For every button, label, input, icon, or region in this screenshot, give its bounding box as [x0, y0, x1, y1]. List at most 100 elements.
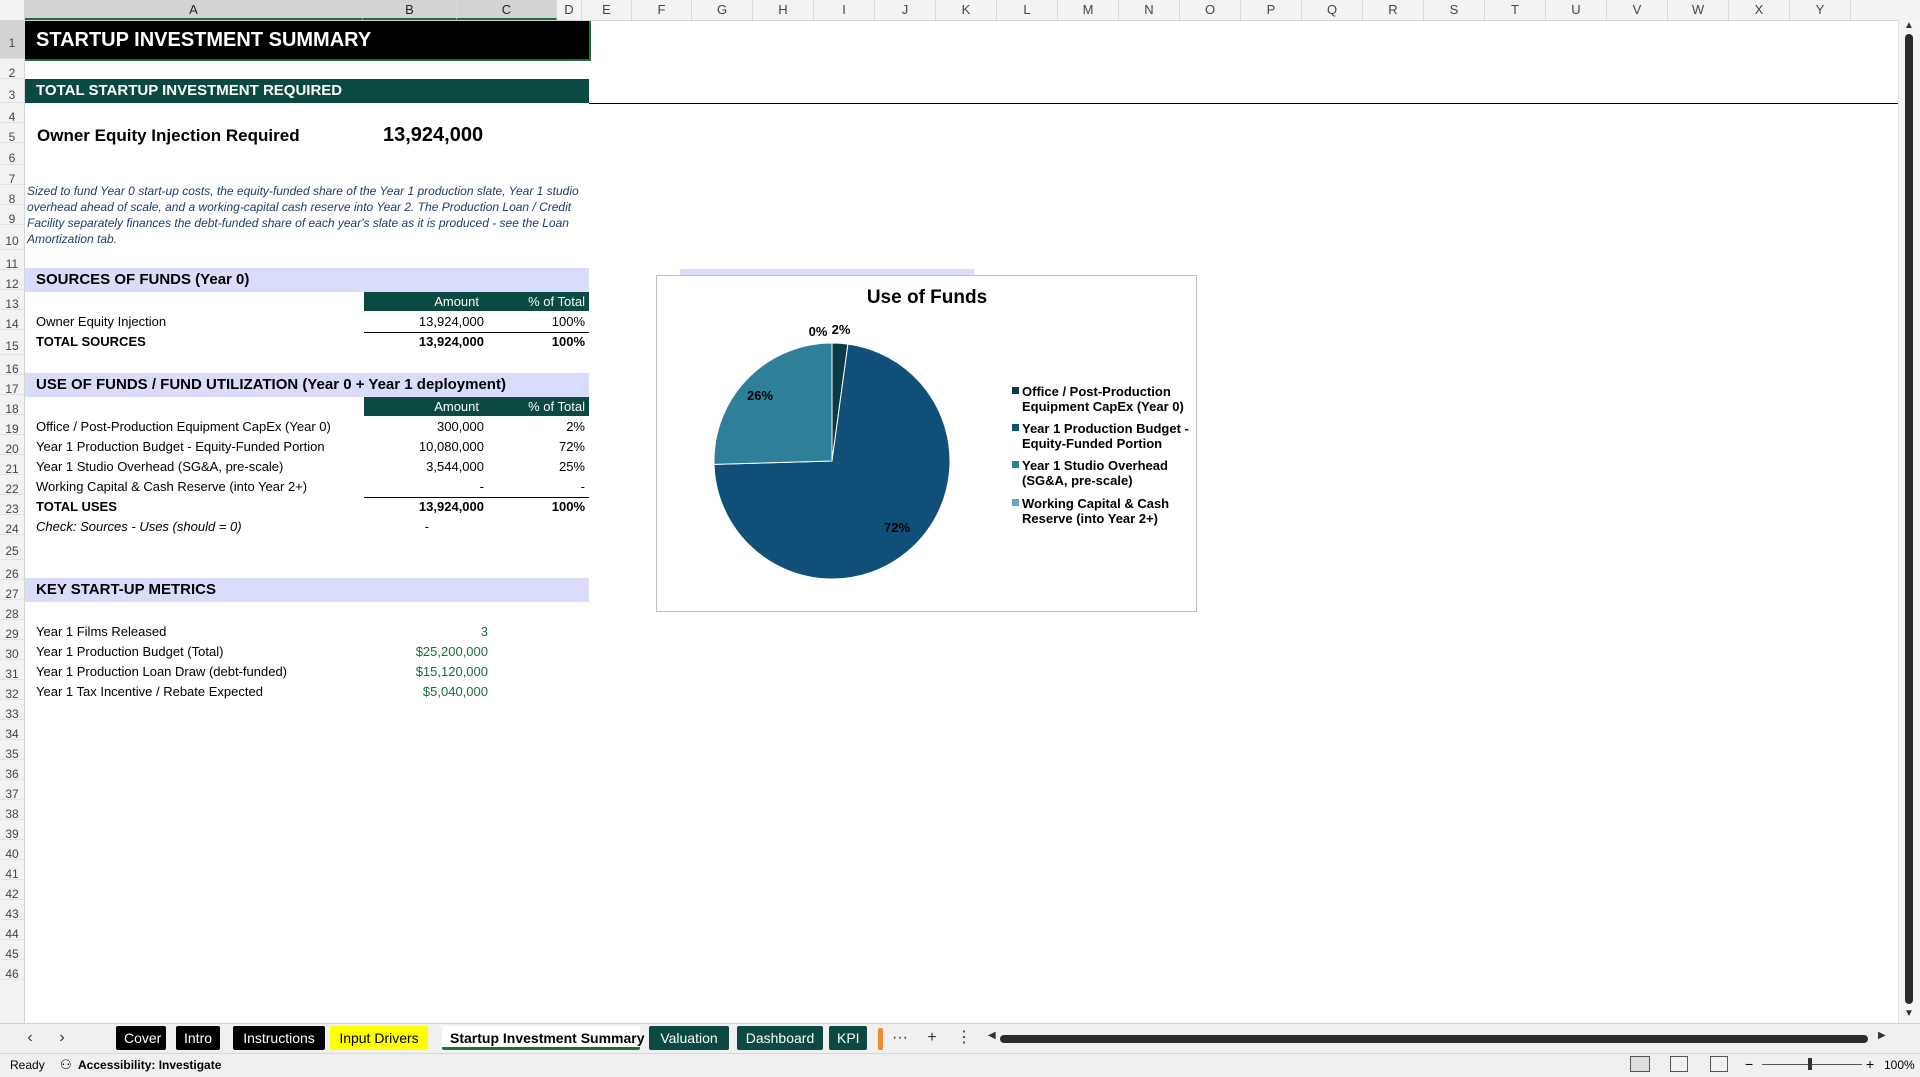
zoom-level[interactable]: 100%: [1884, 1058, 1915, 1072]
column-header-cell[interactable]: H: [753, 0, 814, 20]
row-header-cell[interactable]: 37: [0, 780, 24, 801]
row-header-cell[interactable]: 16: [0, 355, 24, 376]
column-header-cell[interactable]: P: [1241, 0, 1302, 20]
column-header-cell[interactable]: O: [1180, 0, 1241, 20]
column-header-cell[interactable]: S: [1424, 0, 1485, 20]
select-all-corner[interactable]: [0, 0, 25, 20]
row-header-cell[interactable]: 28: [0, 600, 24, 621]
row-header-cell[interactable]: 45: [0, 940, 24, 961]
row-header-cell[interactable]: 10: [0, 225, 24, 250]
sheet-tab[interactable]: Dashboard: [737, 1026, 823, 1050]
column-header-cell[interactable]: I: [814, 0, 875, 20]
sheet-options-icon[interactable]: ⋮: [952, 1026, 976, 1050]
row-header-cell[interactable]: 14: [0, 310, 24, 331]
zoom-out-icon[interactable]: −: [1745, 1056, 1753, 1072]
sheet-tab[interactable]: KPI: [829, 1026, 867, 1050]
column-header-cell[interactable]: B: [363, 0, 457, 20]
row-header-cell[interactable]: 31: [0, 660, 24, 681]
column-header-cell[interactable]: M: [1058, 0, 1119, 20]
row-header-cell[interactable]: 18: [0, 395, 24, 416]
row-header-cell[interactable]: 3: [0, 79, 24, 103]
sheet-tab[interactable]: Intro: [176, 1026, 220, 1050]
scroll-up-icon[interactable]: ▲: [1904, 20, 1914, 31]
column-header-cell[interactable]: F: [632, 0, 692, 20]
page-layout-view-icon[interactable]: [1670, 1056, 1688, 1072]
horizontal-scrollbar[interactable]: ◀ ▶: [988, 1029, 1888, 1047]
row-header-cell[interactable]: 35: [0, 740, 24, 761]
use-of-funds-chart[interactable]: Use of Funds 2% 72% 26% 0% Office / Post-Prod…: [656, 275, 1197, 612]
row-header-cell[interactable]: 46: [0, 960, 24, 981]
column-header-cell[interactable]: C: [457, 0, 557, 20]
vertical-scrollbar[interactable]: ▲ ▼: [1898, 20, 1920, 1023]
column-header-cell[interactable]: D: [557, 0, 582, 20]
row-header-cell[interactable]: 33: [0, 700, 24, 721]
column-header-cell[interactable]: V: [1607, 0, 1668, 20]
row-header-cell[interactable]: 24: [0, 515, 24, 536]
row-header-cell[interactable]: 42: [0, 880, 24, 901]
hscroll-right-icon[interactable]: ▶: [1878, 1030, 1886, 1041]
accessibility-status[interactable]: Accessibility: Investigate: [78, 1058, 221, 1072]
row-header-cell[interactable]: 5: [0, 123, 24, 144]
row-header-cell[interactable]: 6: [0, 143, 24, 165]
horizontal-scroll-thumb[interactable]: [1000, 1035, 1868, 1043]
row-header-cell[interactable]: 19: [0, 415, 24, 436]
normal-view-icon[interactable]: [1630, 1056, 1650, 1072]
column-header-cell[interactable]: U: [1546, 0, 1607, 20]
column-header-cell[interactable]: G: [692, 0, 753, 20]
row-header-cell[interactable]: 41: [0, 860, 24, 881]
column-header-cell[interactable]: Y: [1790, 0, 1851, 20]
row-header-cell[interactable]: 1: [0, 20, 24, 59]
tab-scroll-right-icon[interactable]: ›: [50, 1026, 74, 1050]
column-header-cell[interactable]: E: [582, 0, 632, 20]
row-header-cell[interactable]: 34: [0, 720, 24, 741]
sheet-tab[interactable]: Cover: [116, 1026, 166, 1050]
row-header-cell[interactable]: 36: [0, 760, 24, 781]
column-header-cell[interactable]: W: [1668, 0, 1729, 20]
column-header-cell[interactable]: Q: [1302, 0, 1363, 20]
vertical-scroll-thumb[interactable]: [1905, 34, 1913, 1004]
row-header-cell[interactable]: 22: [0, 475, 24, 496]
row-header-cell[interactable]: 40: [0, 840, 24, 861]
pie-slice[interactable]: [713, 342, 833, 465]
sheet-tab[interactable]: Input Drivers: [330, 1026, 428, 1050]
scroll-down-icon[interactable]: ▼: [1904, 1008, 1914, 1019]
row-header-cell[interactable]: 9: [0, 205, 24, 226]
row-header-cell[interactable]: 11: [0, 250, 24, 271]
row-header-cell[interactable]: 32: [0, 680, 24, 701]
column-header-cell[interactable]: X: [1729, 0, 1790, 20]
row-header-cell[interactable]: 17: [0, 375, 24, 396]
row-header-cell[interactable]: 20: [0, 435, 24, 456]
row-header-cell[interactable]: 25: [0, 535, 24, 560]
sheet-title[interactable]: STARTUP INVESTMENT SUMMARY: [25, 21, 591, 61]
row-header-cell[interactable]: 21: [0, 455, 24, 476]
row-header-cell[interactable]: 13: [0, 290, 24, 311]
row-header-cell[interactable]: 43: [0, 900, 24, 921]
column-header-cell[interactable]: J: [875, 0, 936, 20]
row-header-cell[interactable]: 12: [0, 270, 24, 291]
row-header-cell[interactable]: 4: [0, 103, 24, 124]
column-header-cell[interactable]: N: [1119, 0, 1180, 20]
row-header-cell[interactable]: 27: [0, 580, 24, 601]
sheet-tab[interactable]: Valuation: [649, 1026, 729, 1050]
row-header-cell[interactable]: 15: [0, 330, 24, 355]
column-header-cell[interactable]: K: [936, 0, 997, 20]
column-header-cell[interactable]: R: [1363, 0, 1424, 20]
hscroll-left-icon[interactable]: ◀: [988, 1030, 996, 1041]
tab-scroll-left-icon[interactable]: ‹: [18, 1026, 42, 1050]
sheet-tab[interactable]: Startup Investment Summary: [442, 1026, 645, 1050]
row-header-cell[interactable]: 26: [0, 560, 24, 581]
accessibility-icon[interactable]: ⚇: [60, 1057, 72, 1073]
row-header-cell[interactable]: 38: [0, 800, 24, 821]
zoom-slider-thumb[interactable]: [1808, 1058, 1812, 1070]
row-header-cell[interactable]: 2: [0, 59, 24, 80]
row-header-cell[interactable]: 39: [0, 820, 24, 841]
row-header-cell[interactable]: 44: [0, 920, 24, 941]
page-break-view-icon[interactable]: [1710, 1056, 1728, 1072]
row-header-cell[interactable]: 30: [0, 640, 24, 661]
row-header-cell[interactable]: 23: [0, 495, 24, 516]
column-header-cell[interactable]: T: [1485, 0, 1546, 20]
zoom-slider[interactable]: [1762, 1064, 1862, 1065]
row-header-cell[interactable]: 29: [0, 620, 24, 641]
row-header-cell[interactable]: 7: [0, 165, 24, 186]
column-header-cell[interactable]: A: [25, 0, 363, 20]
